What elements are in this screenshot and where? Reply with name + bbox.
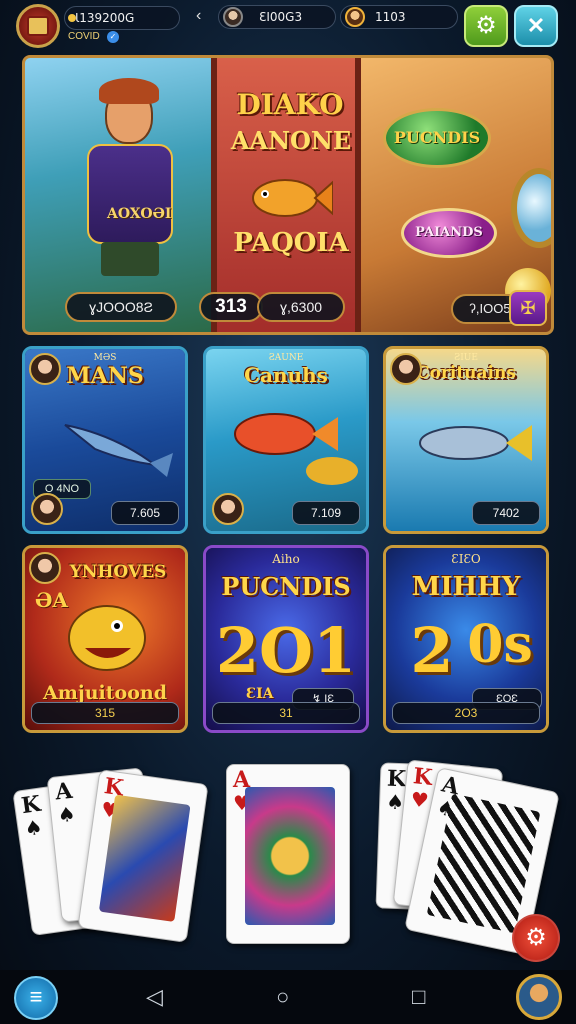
menu-button[interactable]: ≡	[14, 976, 58, 1020]
hero-purple-badge[interactable]: PAIANDS	[401, 208, 497, 258]
card-rank: K	[411, 763, 434, 791]
card-artwork	[245, 787, 335, 925]
friend-avatar	[345, 7, 365, 27]
tuna-fish-icon	[419, 425, 532, 461]
verified-icon: ✓	[107, 31, 119, 43]
playing-card[interactable]: A ♥	[226, 764, 350, 944]
treasure-chest-icon	[27, 16, 49, 36]
tile-value: 7.605	[111, 501, 179, 525]
tile-title: Canuhs	[244, 363, 328, 387]
piranha-fish-icon	[68, 605, 146, 671]
hero-belt-text: AOXOƏI	[107, 206, 172, 222]
player-avatar-icon	[31, 493, 63, 525]
player-avatar-icon	[390, 353, 422, 385]
hero-stat-center: 313	[199, 292, 263, 322]
hero-title-line1: DIAKO	[236, 88, 344, 121]
coin-icon	[68, 14, 76, 22]
back-arrow-icon[interactable]: ‹	[196, 7, 201, 25]
coin-balance: Ɩ139200G	[64, 6, 180, 30]
coin-balance-value: Ɩ139200G	[75, 11, 135, 25]
nav-home-icon[interactable]: ○	[276, 984, 289, 1010]
tile-big-number: 2O1	[215, 614, 357, 687]
game-tile-canuhs[interactable]: ƧAUNE Canuhs 7.109	[203, 346, 369, 534]
tile-title: PUCNDIS	[221, 572, 351, 601]
game-tile-amjuitoond[interactable]: YNHOVES ƏA Amjuitoond 315	[22, 545, 188, 733]
spade-icon: ♠	[22, 814, 45, 841]
tile-subtitle: Amjuitoond	[43, 682, 167, 704]
hero-title-line2: AANONE	[230, 126, 352, 155]
close-button[interactable]: ✕	[514, 5, 558, 47]
tile-subtitle: Aiho	[272, 552, 300, 566]
heart-icon: ♥	[409, 786, 430, 813]
hero-green-badge[interactable]: PUCNDIS	[383, 108, 491, 168]
red-fish-icon	[234, 413, 358, 485]
card-rank: K	[19, 790, 43, 820]
tile-value: 315	[31, 702, 179, 724]
settings-button[interactable]: ⚙	[464, 5, 508, 47]
tile-value: 31	[212, 702, 360, 724]
tile-subtitle: ƐIƐO	[451, 552, 481, 566]
nav-back-icon[interactable]: ◁	[146, 984, 163, 1010]
tile-title: MIHHY	[411, 572, 521, 602]
tile-value: 2O3	[392, 702, 540, 724]
game-tile-mans[interactable]: MƏS MANS O 4NO 7.605	[22, 346, 188, 534]
top-bar: Ɩ139200G COVID ✓ ‹ ƐI00G3 1103 ⚙ ✕	[0, 0, 576, 52]
card-artwork	[98, 794, 191, 922]
game-tile-corituains[interactable]: ƧIUE Corituains 7402	[383, 346, 549, 534]
game-tile-pucndis[interactable]: Aiho PUCNDIS 2O1 ƐIA ↯ IƐ 31	[203, 545, 369, 733]
nav-recent-apps-icon[interactable]: □	[412, 984, 425, 1010]
tile-title: YNHOVES	[69, 562, 167, 582]
hero-emblem-button[interactable]: ✠	[509, 290, 547, 326]
game-tile-mihhy[interactable]: ƐIƐO MIHHY 2 0s ƐOƐ 2O3	[383, 545, 549, 733]
tile-big-number-2: 0s	[467, 614, 533, 675]
profile-avatar-button[interactable]	[516, 974, 562, 1020]
tile-value: 7.109	[292, 501, 360, 525]
spade-icon: ♠	[56, 801, 77, 828]
hero-title-line3: PAQOIA	[233, 228, 349, 258]
status-label: COVID	[68, 31, 100, 42]
player-avatar[interactable]	[16, 4, 60, 48]
card-rank: K	[386, 765, 407, 793]
elf-character-image	[65, 78, 185, 278]
settings-fab-button[interactable]: ⚙	[512, 914, 560, 962]
hero-stat-left: ɣJOOO8Ƨ	[65, 292, 177, 322]
tile-subtitle: ƧAUNE	[268, 353, 304, 363]
player-avatar-icon	[29, 353, 61, 385]
card-rank: A	[53, 777, 74, 806]
playing-card[interactable]: K ♥	[77, 769, 209, 943]
golden-fish-icon	[252, 179, 333, 217]
player-avatar-icon	[212, 493, 244, 525]
tile-value: 7402	[472, 501, 540, 525]
hero-banner[interactable]: AOXOƏI DIAKO AANONE PAQOIA PUCNDIS PAIAN…	[22, 55, 554, 335]
hero-stat-center-right: ɣ,6300	[257, 292, 345, 322]
gem-balance-value: 1103	[375, 10, 406, 24]
opponent-balance[interactable]: ƐI00G3	[218, 5, 336, 29]
opponent-avatar	[223, 7, 243, 27]
gem-balance[interactable]: 1103	[340, 5, 458, 29]
opponent-balance-value: ƐI00G3	[259, 10, 303, 24]
marlin-fish-icon	[64, 424, 173, 477]
